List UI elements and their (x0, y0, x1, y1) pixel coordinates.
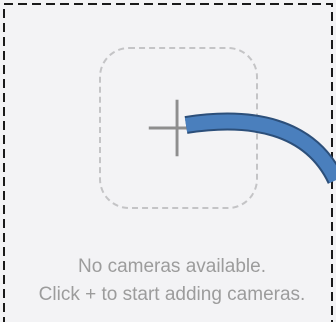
add-camera-button[interactable] (99, 47, 258, 209)
empty-state-message-line-2: Click + to start adding cameras. (38, 284, 306, 305)
empty-state-message-line-1: No cameras available. (78, 256, 266, 277)
plus-icon (148, 99, 206, 157)
camera-list-panel: No cameras available. Click + to start a… (0, 0, 336, 322)
